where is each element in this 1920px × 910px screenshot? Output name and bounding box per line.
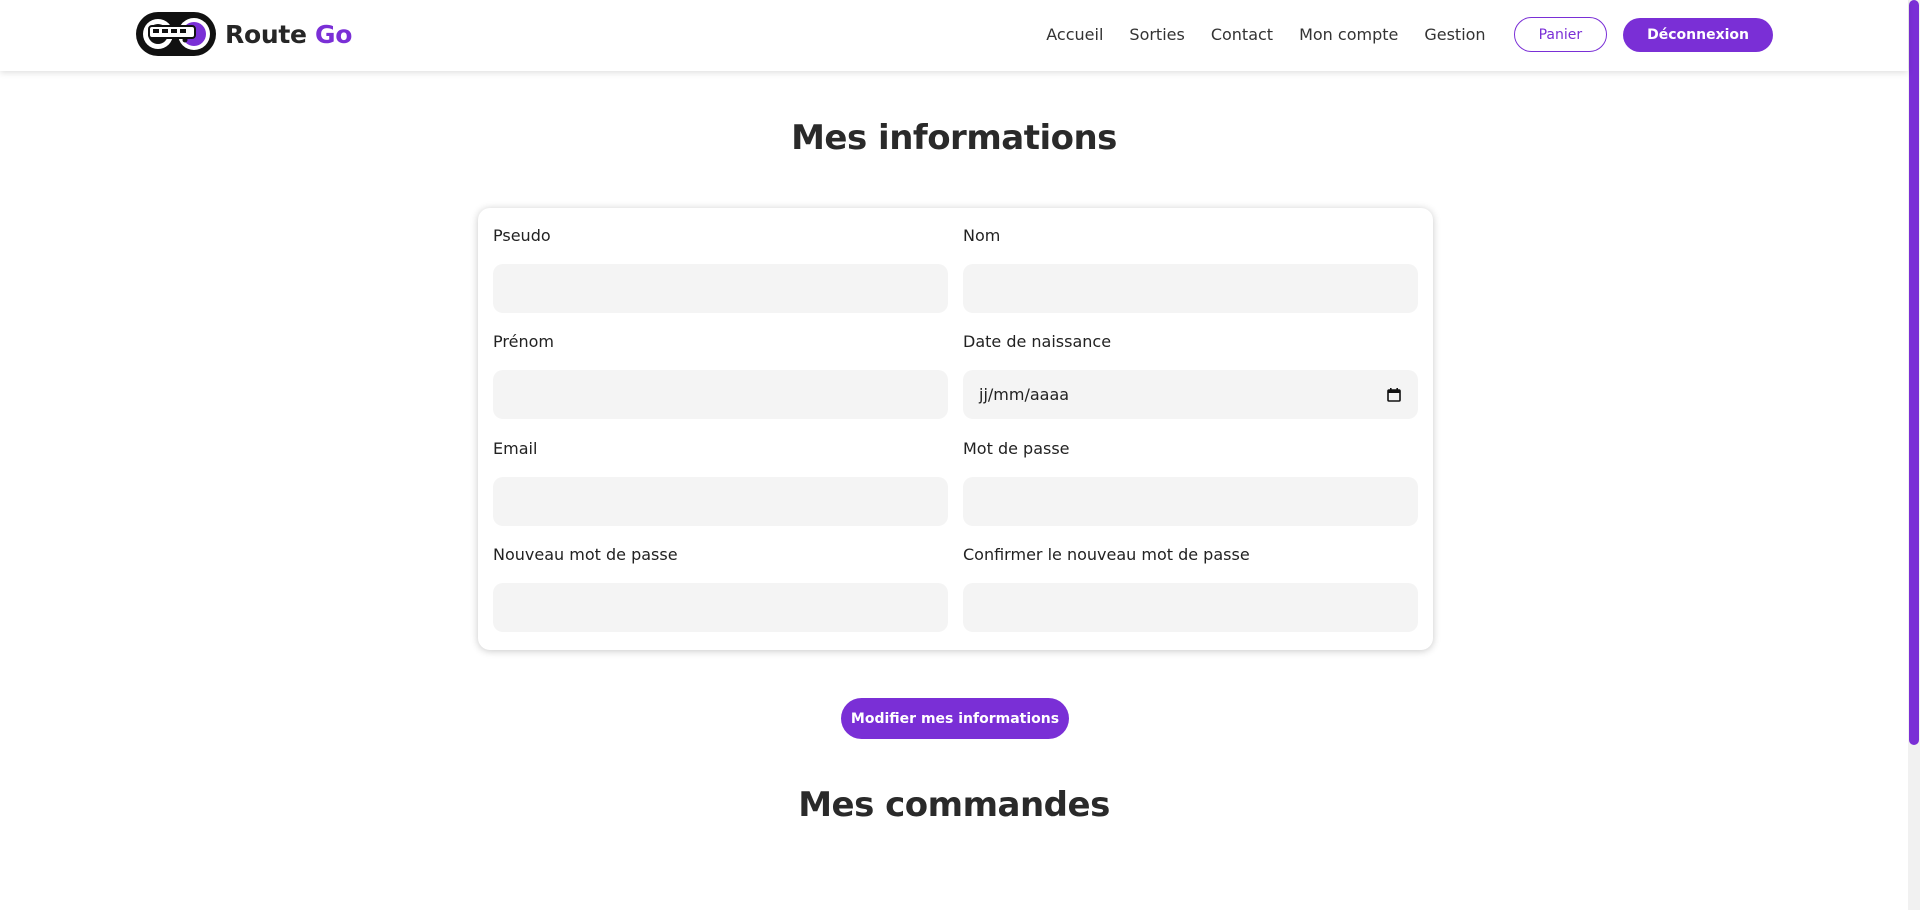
cart-button[interactable]: Panier bbox=[1513, 17, 1608, 52]
nav-link-gestion[interactable]: Gestion bbox=[1424, 25, 1485, 44]
birthdate-placeholder: jj/mm/aaaa bbox=[979, 385, 1070, 404]
brand-name-part1: Route bbox=[225, 19, 307, 49]
site-header: Route Go Accueil Sorties Contact Mon com… bbox=[0, 0, 1908, 71]
password-field-group: Mot de passe bbox=[963, 437, 1418, 526]
pseudo-field-group: Pseudo bbox=[493, 224, 948, 313]
email-label: Email bbox=[493, 439, 538, 458]
email-field-group: Email bbox=[493, 437, 948, 526]
nav-link-sorties[interactable]: Sorties bbox=[1129, 25, 1184, 44]
logout-button[interactable]: Déconnexion bbox=[1623, 17, 1773, 52]
nav-link-contact[interactable]: Contact bbox=[1211, 25, 1273, 44]
password-label: Mot de passe bbox=[963, 439, 1070, 458]
birthdate-label: Date de naissance bbox=[963, 332, 1112, 351]
email-input[interactable] bbox=[493, 477, 948, 526]
nav-link-accueil[interactable]: Accueil bbox=[1046, 25, 1103, 44]
prenom-field-group: Prénom bbox=[493, 330, 948, 419]
confirm-password-label: Confirmer le nouveau mot de passe bbox=[963, 545, 1250, 564]
orders-title: Mes commandes bbox=[798, 785, 1110, 825]
birthdate-input[interactable]: jj/mm/aaaa bbox=[963, 370, 1418, 419]
route-go-logo-icon bbox=[136, 12, 216, 56]
brand-name-part2: Go bbox=[315, 19, 353, 49]
logo[interactable]: Route Go bbox=[135, 10, 352, 58]
new-password-field-group: Nouveau mot de passe bbox=[493, 543, 948, 632]
page-scrollbar[interactable] bbox=[1908, 0, 1920, 910]
scrollbar-thumb[interactable] bbox=[1909, 0, 1919, 745]
nav-link-mon-compte[interactable]: Mon compte bbox=[1299, 25, 1398, 44]
nom-field-group: Nom bbox=[963, 224, 1418, 313]
new-password-input[interactable] bbox=[493, 583, 948, 632]
new-password-label: Nouveau mot de passe bbox=[493, 545, 678, 564]
calendar-icon[interactable] bbox=[1386, 387, 1402, 403]
pseudo-label: Pseudo bbox=[493, 226, 551, 245]
brand-name: Route Go bbox=[225, 20, 352, 49]
prenom-input[interactable] bbox=[493, 370, 948, 419]
page-title: Mes informations bbox=[791, 118, 1117, 158]
nom-label: Nom bbox=[963, 226, 1001, 245]
prenom-label: Prénom bbox=[493, 332, 554, 351]
password-input[interactable] bbox=[963, 477, 1418, 526]
user-info-form: Pseudo Nom Prénom Date de naissance jj/m… bbox=[478, 208, 1433, 650]
confirm-password-input[interactable] bbox=[963, 583, 1418, 632]
birthdate-field-group: Date de naissance jj/mm/aaaa bbox=[963, 330, 1418, 419]
pseudo-input[interactable] bbox=[493, 264, 948, 313]
confirm-password-field-group: Confirmer le nouveau mot de passe bbox=[963, 543, 1418, 632]
nom-input[interactable] bbox=[963, 264, 1418, 313]
update-info-button[interactable]: Modifier mes informations bbox=[841, 698, 1069, 739]
main-nav: Accueil Sorties Contact Mon compte Gesti… bbox=[1046, 0, 1773, 69]
